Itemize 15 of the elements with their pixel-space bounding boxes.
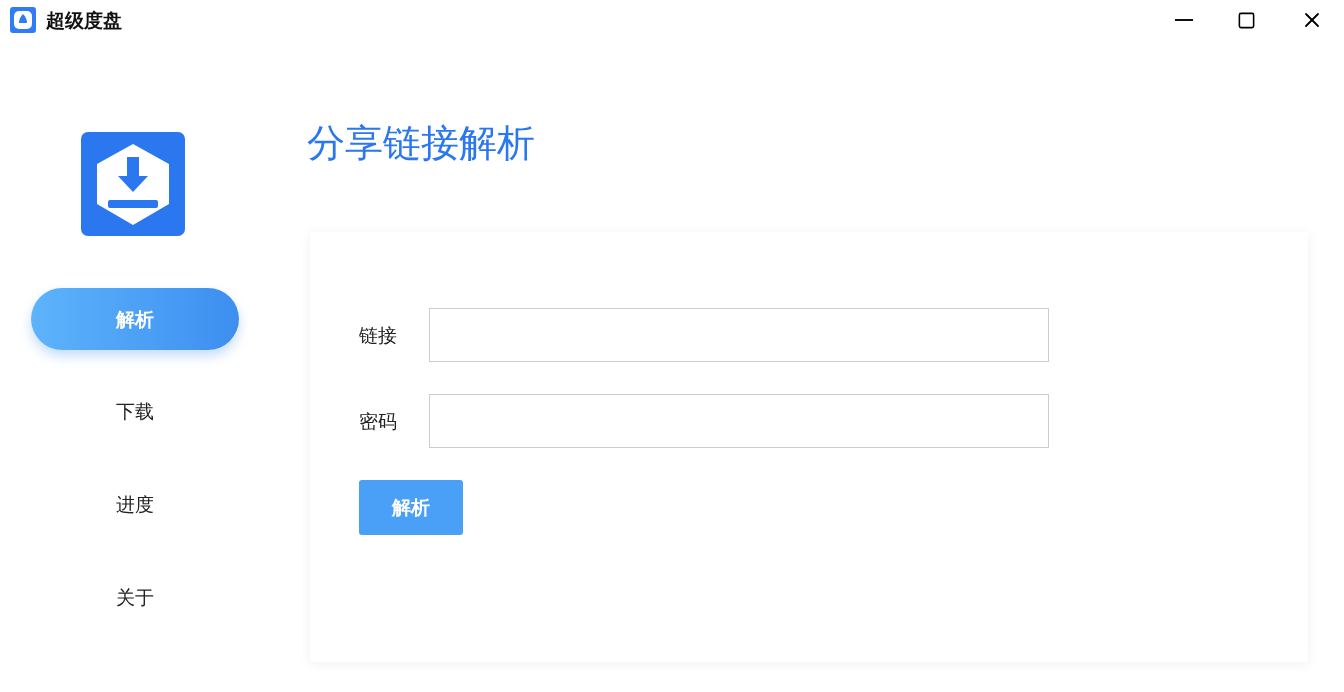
nav-item[interactable]: 下载 [31,380,239,442]
maximize-button[interactable] [1237,10,1256,30]
nav-item[interactable]: 进度 [31,473,239,535]
nav-item[interactable]: 关于 [31,566,239,628]
download-logo-icon [81,132,185,236]
maximize-icon [1237,10,1256,30]
input-field[interactable] [429,394,1049,448]
minimize-button[interactable] [1175,19,1193,21]
field-label: 链接 [359,322,398,348]
window-title: 超级度盘 [46,7,122,33]
app-icon [10,7,36,33]
page-title: 分享链接解析 [307,124,536,162]
minimize-icon [1175,19,1193,21]
field-label: 密码 [359,408,398,434]
input-field[interactable] [429,308,1049,362]
